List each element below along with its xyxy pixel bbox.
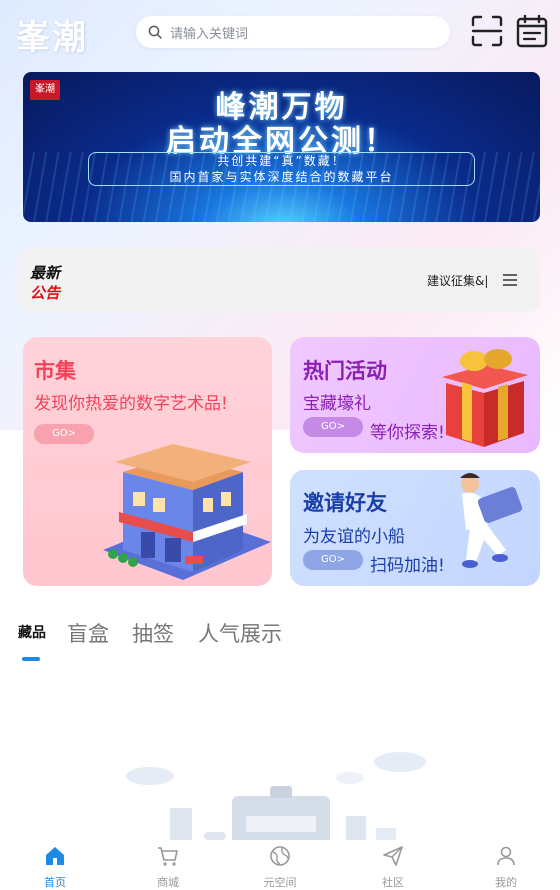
shop-building-illustration <box>103 444 271 580</box>
tab-collection[interactable]: 藏品 <box>18 622 46 642</box>
calendar-icon[interactable] <box>515 14 549 48</box>
nav-metaspace[interactable]: 元空间 <box>245 844 315 890</box>
hot-go-button[interactable]: GO> <box>303 417 363 437</box>
cart-icon <box>158 847 178 866</box>
send-icon <box>383 846 403 866</box>
nav-mall[interactable]: 商城 <box>133 844 203 890</box>
nav-community-label: 社区 <box>382 876 404 889</box>
nav-metaspace-label: 元空间 <box>263 876 297 889</box>
bottom-nav: 首页 商城 元空间 社区 我的 <box>0 840 560 889</box>
market-card[interactable]: 市集 发现你热爱的数字艺术品! GO> <box>23 337 272 586</box>
notice-label-announcement: 公告 <box>30 284 61 302</box>
collection-tabs: 藏品 盲盒 抽签 人气展示 <box>0 610 560 661</box>
market-go-button[interactable]: GO> <box>34 424 94 444</box>
hot-activity-card[interactable]: 热门活动 宝藏壕礼 GO> 等你探索! <box>290 337 540 453</box>
announcement-bar[interactable]: 最新 公告 建议征集&| <box>18 248 540 312</box>
empty-state-illustration <box>126 752 426 845</box>
gift-box-illustration <box>442 349 528 447</box>
nav-community[interactable]: 社区 <box>358 844 428 890</box>
nav-home[interactable]: 首页 <box>20 844 90 890</box>
invite-subtitle: 为友谊的小船 <box>303 527 405 547</box>
tab-blind-box[interactable]: 盲盒 <box>67 618 109 648</box>
menu-icon[interactable] <box>502 273 518 287</box>
hot-title: 热门活动 <box>303 359 387 383</box>
active-tab-indicator <box>22 657 40 661</box>
market-title: 市集 <box>34 359 76 383</box>
banner-subtitle-2: 国内首家与实体深度结合的数藏平台 <box>169 170 394 184</box>
tab-lottery[interactable]: 抽签 <box>132 618 174 648</box>
nav-home-label: 首页 <box>44 876 66 889</box>
market-subtitle: 发现你热爱的数字艺术品! <box>34 394 228 414</box>
invite-tagline: 扫码加油! <box>370 556 445 576</box>
invite-friends-card[interactable]: 邀请好友 为友谊的小船 GO> 扫码加油! <box>290 470 540 586</box>
nav-profile-label: 我的 <box>495 876 517 889</box>
hot-tagline: 等你探索! <box>370 423 445 443</box>
nav-profile[interactable]: 我的 <box>471 844 541 890</box>
home-icon <box>46 847 64 865</box>
invite-go-button[interactable]: GO> <box>303 550 363 570</box>
search-icon <box>148 25 162 39</box>
invite-title: 邀请好友 <box>303 491 387 515</box>
tab-popular-showcase[interactable]: 人气展示 <box>198 618 282 648</box>
top-bar: 峯潮 请输入关键词 <box>0 0 560 64</box>
user-icon <box>497 846 515 866</box>
notice-text[interactable]: 建议征集&| <box>427 272 488 289</box>
hot-subtitle: 宝藏壕礼 <box>303 394 371 414</box>
notice-label-latest: 最新 <box>30 264 61 282</box>
person-with-card-illustration <box>460 473 523 568</box>
banner-subtitle-1: 共创共建“真”数藏！ <box>217 154 346 168</box>
scan-icon[interactable] <box>470 14 504 48</box>
app-logo: 峯潮 <box>16 18 88 58</box>
promo-banner[interactable]: 峯潮 峰潮万物 启动全网公测！ 共创共建“真”数藏！ 国内首家与实体深度结合的数… <box>23 72 540 222</box>
search-bar[interactable]: 请输入关键词 <box>136 16 450 48</box>
nav-mall-label: 商城 <box>157 876 179 889</box>
globe-icon <box>270 846 290 866</box>
search-placeholder: 请输入关键词 <box>170 26 249 42</box>
